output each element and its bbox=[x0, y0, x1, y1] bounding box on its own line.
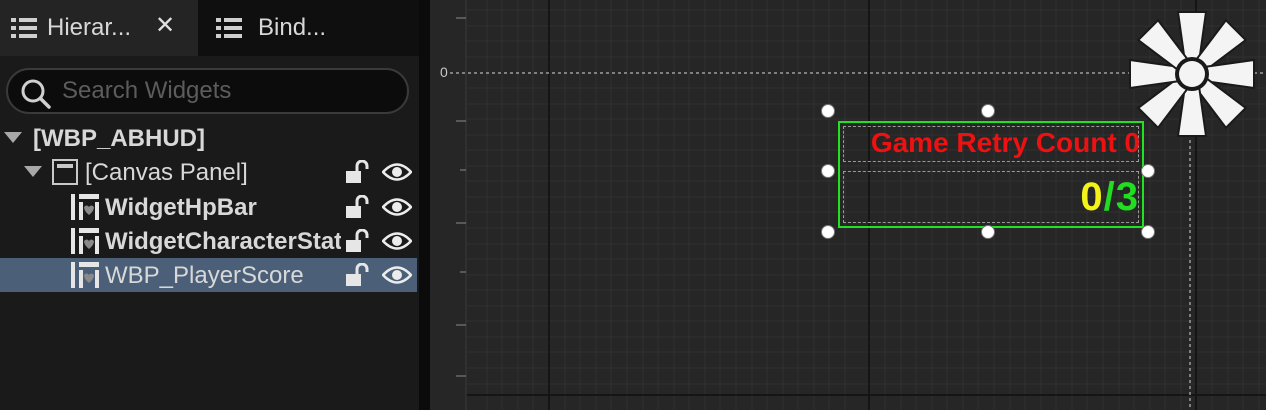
tree-item-root[interactable]: [WBP_ABHUD] bbox=[0, 121, 417, 155]
resize-handle-right[interactable] bbox=[1141, 164, 1155, 178]
canvas-panel-icon bbox=[52, 159, 78, 185]
tree-item-label: WidgetCharacterStat bbox=[105, 228, 341, 255]
eye-icon[interactable] bbox=[382, 196, 412, 218]
retry-count-text: Game Retry Count 0 bbox=[870, 127, 1140, 158]
user-widget-icon bbox=[71, 262, 99, 288]
ruler-zero-label: 0 bbox=[440, 64, 448, 80]
resize-handle-left[interactable] bbox=[821, 164, 835, 178]
unlock-icon[interactable] bbox=[345, 160, 371, 184]
tree-item-label: [Canvas Panel] bbox=[85, 159, 248, 186]
unlock-icon[interactable] bbox=[345, 263, 371, 287]
score-text: 0/3 bbox=[1080, 175, 1139, 220]
tab-hierarchy[interactable]: Hierar... ✕ bbox=[0, 0, 198, 56]
tree-item-widget-selected[interactable]: WBP_PlayerScore bbox=[0, 258, 417, 292]
score-separator: / bbox=[1103, 175, 1116, 219]
anchor-icon[interactable] bbox=[1127, 11, 1257, 137]
score-current: 0 bbox=[1080, 175, 1104, 219]
tab-bindings[interactable]: Bind... bbox=[198, 0, 398, 56]
resize-handle-top-left[interactable] bbox=[821, 104, 835, 118]
eye-icon[interactable] bbox=[382, 230, 412, 252]
eye-icon[interactable] bbox=[382, 161, 412, 183]
tree-item-label: WidgetHpBar bbox=[105, 194, 257, 221]
score-max: 3 bbox=[1115, 175, 1139, 219]
unlock-icon[interactable] bbox=[345, 195, 371, 219]
tree-item-label: WBP_PlayerScore bbox=[105, 262, 304, 289]
user-widget-icon bbox=[71, 228, 99, 254]
hierarchy-panel: Hierar... ✕ Bind... [WBP_ABHUD] [Canvas … bbox=[0, 0, 419, 410]
tree-item-widget[interactable]: WidgetCharacterStat bbox=[0, 224, 417, 258]
player-score-widget[interactable]: Game Retry Count 0 0/3 bbox=[838, 121, 1144, 228]
resize-handle-bottom[interactable] bbox=[981, 225, 995, 239]
resize-handle-bottom-right[interactable] bbox=[1141, 225, 1155, 239]
tree-item-canvas-panel[interactable]: [Canvas Panel] bbox=[0, 155, 417, 189]
hierarchy-list-icon bbox=[11, 18, 37, 38]
tab-hierarchy-label: Hierar... bbox=[47, 14, 132, 41]
close-icon[interactable]: ✕ bbox=[152, 11, 178, 40]
tree-item-widget[interactable]: WidgetHpBar bbox=[0, 190, 417, 224]
eye-icon[interactable] bbox=[382, 264, 412, 286]
resize-handle-top[interactable] bbox=[981, 104, 995, 118]
tab-bindings-label: Bind... bbox=[258, 14, 327, 41]
bind-list-icon bbox=[216, 18, 242, 38]
expand-arrow-icon[interactable] bbox=[4, 132, 22, 143]
resize-handle-bottom-left[interactable] bbox=[821, 225, 835, 239]
panel-splitter[interactable] bbox=[419, 0, 430, 410]
expand-arrow-icon[interactable] bbox=[24, 166, 42, 177]
search-box bbox=[6, 68, 409, 114]
designer-canvas[interactable]: 0 Game Retry Count 0 0/3 bbox=[430, 0, 1266, 410]
search-icon bbox=[21, 79, 51, 109]
user-widget-icon bbox=[71, 194, 99, 220]
panel-tab-bar: Hierar... ✕ Bind... bbox=[0, 0, 419, 56]
tree-item-label: [WBP_ABHUD] bbox=[33, 125, 205, 152]
search-input[interactable] bbox=[62, 76, 392, 106]
unlock-icon[interactable] bbox=[345, 229, 371, 253]
